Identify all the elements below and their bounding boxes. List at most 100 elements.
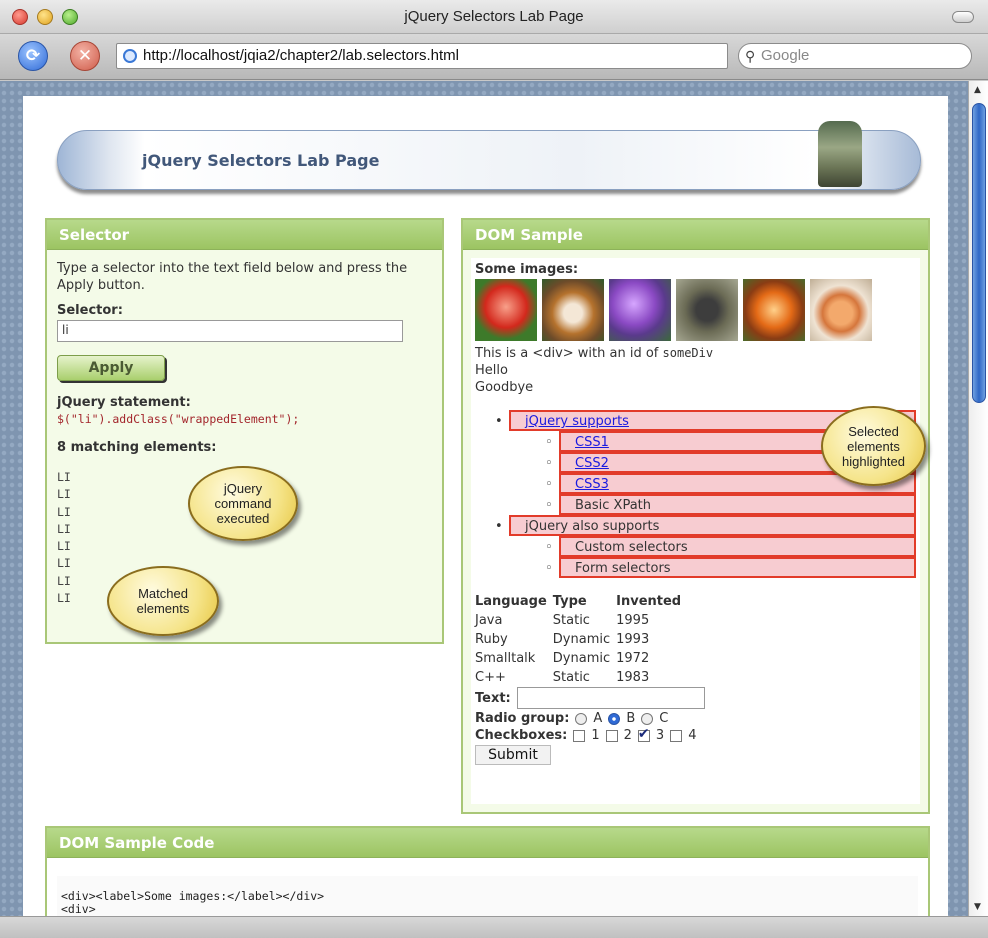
radio-c[interactable]: [641, 712, 654, 725]
table-cell: Ruby: [475, 632, 508, 647]
list-item: LI: [57, 556, 71, 571]
teapot-image: [810, 279, 872, 341]
checkbox-3[interactable]: [637, 726, 650, 742]
table-cell: C++: [475, 670, 506, 685]
jquery-supports-link[interactable]: jQuery supports: [525, 414, 629, 429]
list-item: Basic XPath: [545, 494, 916, 515]
some-div-id: someDiv: [662, 346, 714, 360]
radio-b[interactable]: [608, 712, 621, 725]
checkbox-1-label: 1: [591, 728, 600, 743]
checkbox-4[interactable]: [670, 729, 683, 742]
window-titlebar: jQuery Selectors Lab Page: [0, 0, 988, 34]
checkbox-1[interactable]: [573, 729, 586, 742]
dom-sample-heading: DOM Sample: [463, 220, 928, 250]
some-div-line: This is a <div> with an id of someDiv: [475, 345, 916, 362]
browser-toolbar: ⟳ ✕ http://localhost/jqia2/chapter2/lab.…: [0, 34, 988, 80]
table-cell: Smalltalk: [475, 651, 536, 666]
radio-a-label: A: [593, 711, 603, 726]
url-text: http://localhost/jqia2/chapter2/lab.sele…: [143, 47, 460, 64]
selector-intro: Type a selector into the text field belo…: [57, 261, 408, 293]
checkbox-2[interactable]: [605, 729, 618, 742]
hibiscus-image: [475, 279, 537, 341]
table-cell: Static: [552, 670, 590, 685]
css2-link[interactable]: CSS2: [575, 456, 609, 471]
code-line: <div>: [61, 902, 96, 916]
radio-c-label: C: [659, 711, 669, 726]
list-item: jQuery also supports: [495, 515, 916, 536]
dom-sample-code-panel: DOM Sample Code <div><label>Some images:…: [45, 826, 930, 916]
column-header: Type: [552, 594, 587, 609]
checkbox-row: Checkboxes: 1 2 3 4: [475, 726, 916, 744]
page-banner: jQuery Selectors Lab Page: [57, 121, 921, 190]
list-item: Form selectors: [545, 557, 916, 578]
checkbox-4-label: 4: [688, 728, 697, 743]
matched-callout: Matched elements: [107, 566, 219, 636]
scroll-thumb[interactable]: [972, 103, 986, 403]
reload-button[interactable]: ⟳: [18, 41, 48, 71]
dom-sample-panel: DOM Sample Some images: This is a <div> …: [461, 218, 930, 814]
css1-link[interactable]: CSS1: [575, 435, 609, 450]
purple-flowers-image: [609, 279, 671, 341]
selector-input[interactable]: li: [57, 320, 403, 342]
table-cell: Dynamic: [552, 651, 611, 666]
checkbox-2-label: 2: [623, 728, 632, 743]
goodbye-text: Goodbye: [475, 380, 534, 395]
stop-button[interactable]: ✕: [70, 41, 100, 71]
checkboxes-label: Checkboxes:: [475, 728, 568, 743]
table-cell: 1995: [616, 613, 650, 628]
image-strip: [475, 279, 916, 341]
languages-table: Language Type Invented Java Static 1995 …: [475, 594, 687, 685]
globe-icon: [123, 49, 137, 63]
code-line: <div><label>Some images:</label></div>: [61, 889, 325, 903]
table-cell: 1983: [616, 670, 650, 685]
toolbar-toggle-button[interactable]: [952, 11, 974, 23]
table-cell: 1972: [616, 651, 650, 666]
table-row: Ruby Dynamic 1993: [475, 628, 687, 647]
statue-image: [818, 121, 862, 187]
column-header: Invented: [616, 594, 682, 609]
table-row: C++ Static 1983: [475, 666, 687, 685]
text-input[interactable]: [516, 687, 705, 709]
search-input[interactable]: ⚲ Google: [738, 43, 972, 69]
page-content: jQuery Selectors Lab Page Selector Type …: [23, 96, 948, 916]
search-icon: ⚲: [745, 48, 756, 64]
dog-image: [542, 279, 604, 341]
table-row: Java Static 1995: [475, 609, 687, 628]
selected-callout: Selected elements highlighted: [821, 406, 926, 486]
hello-text: Hello: [475, 363, 508, 378]
table-cell: Java: [475, 613, 503, 628]
text-row: Text:: [475, 687, 916, 709]
selector-label: Selector:: [57, 303, 123, 318]
matching-label: 8 matching elements:: [57, 440, 217, 455]
radio-a[interactable]: [575, 712, 588, 725]
checkbox-3-label: 3: [655, 728, 665, 743]
dom-sample-body: Some images: This is a <div> with an id …: [471, 258, 920, 804]
scroll-up-icon[interactable]: ▲: [974, 85, 981, 95]
css3-link[interactable]: CSS3: [575, 477, 609, 492]
jquery-statement: $("li").addClass("wrappedElement");: [57, 412, 300, 426]
dom-sample-code-heading: DOM Sample Code: [47, 828, 928, 858]
radio-row: Radio group: A B C: [475, 711, 916, 726]
selector-panel-heading: Selector: [47, 220, 442, 250]
table-header-row: Language Type Invented: [475, 594, 687, 609]
apply-button[interactable]: Apply: [57, 355, 165, 381]
command-callout: jQuery command executed: [188, 466, 298, 541]
some-div-text: This is a <div> with an id of: [475, 346, 659, 361]
radio-b-label: B: [626, 711, 636, 726]
column-header: Language: [475, 594, 547, 609]
search-placeholder: Google: [761, 47, 810, 64]
selector-panel: Selector Type a selector into the text f…: [45, 218, 444, 644]
submit-button[interactable]: Submit: [475, 745, 551, 765]
code-block: <div><label>Some images:</label></div> <…: [57, 876, 918, 916]
table-cell: Dynamic: [552, 632, 611, 647]
table-cell: 1993: [616, 632, 650, 647]
vertical-scrollbar[interactable]: ▲ ▼: [968, 81, 988, 916]
radio-group-label: Radio group:: [475, 711, 570, 726]
page-title: jQuery Selectors Lab Page: [142, 151, 380, 170]
page-viewport: jQuery Selectors Lab Page Selector Type …: [0, 81, 968, 916]
text-label: Text:: [475, 690, 511, 706]
url-field[interactable]: http://localhost/jqia2/chapter2/lab.sele…: [116, 43, 728, 69]
black-dog-image: [676, 279, 738, 341]
table-row: Smalltalk Dynamic 1972: [475, 647, 687, 666]
scroll-down-icon[interactable]: ▼: [974, 902, 981, 912]
